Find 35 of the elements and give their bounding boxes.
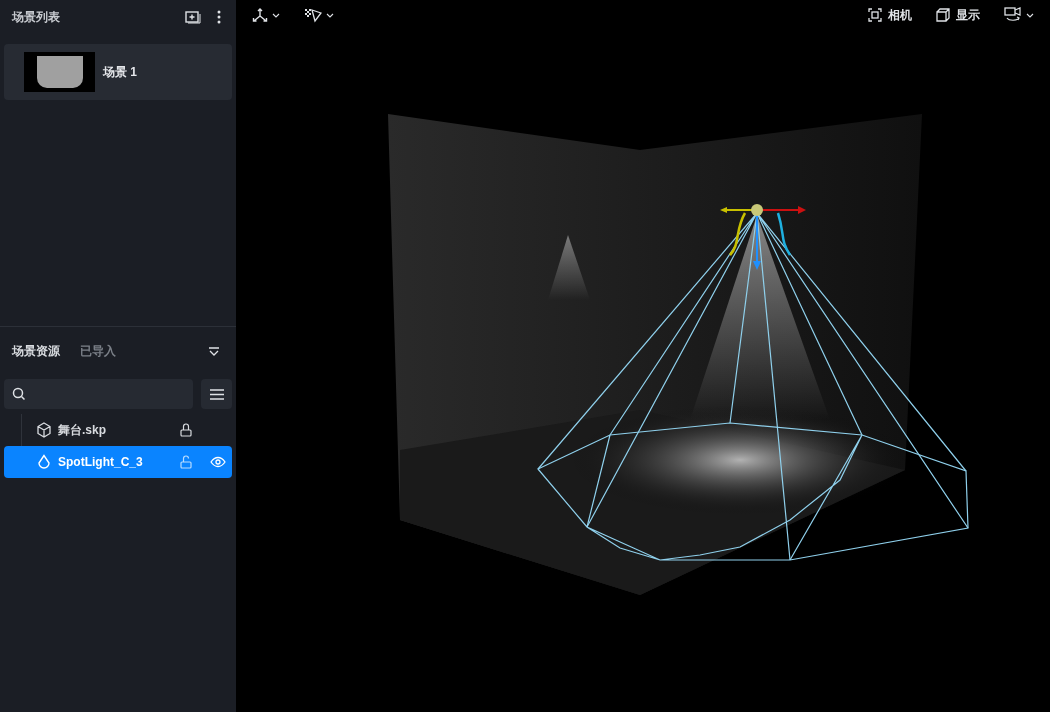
transform-menu-button[interactable] [252, 7, 280, 23]
video-camera-icon [1004, 7, 1022, 23]
more-menu-icon[interactable] [216, 9, 222, 25]
focus-frame-icon [868, 8, 882, 22]
lock-icon[interactable] [180, 423, 192, 437]
caret-icon [1026, 12, 1034, 18]
scene-name: 场景 1 [103, 64, 137, 81]
panel-tab[interactable]: 已导入 [80, 342, 116, 360]
tree-item[interactable]: SpotLight_C_3 [4, 446, 232, 478]
panel-tab[interactable]: 场景资源 [12, 342, 60, 360]
cube-icon [36, 422, 52, 438]
view-switch-button[interactable] [1004, 7, 1034, 23]
tree-item[interactable]: 舞台.skp [4, 414, 232, 446]
camera-button[interactable]: 相机 [868, 6, 912, 24]
caret-icon [326, 12, 334, 18]
render-menu-button[interactable] [304, 7, 334, 23]
scene-thumbnail [24, 52, 95, 92]
menu-icon [209, 388, 224, 400]
droplet-icon [36, 454, 52, 470]
search-icon [12, 387, 26, 401]
checker-brush-icon [304, 7, 322, 23]
cube-outline-icon [936, 8, 950, 22]
axes-icon [252, 7, 268, 23]
scene-item[interactable]: 场景 1 [4, 44, 232, 100]
item-name: SpotLight_C_3 [58, 454, 144, 471]
unlock-icon[interactable] [180, 455, 192, 469]
panel-title: 场景列表 [12, 9, 60, 26]
caret-icon [272, 12, 280, 18]
list-menu-button[interactable] [201, 379, 232, 409]
search-field[interactable] [4, 379, 193, 409]
add-scene-icon[interactable] [184, 8, 202, 26]
item-name: 舞台.skp [58, 422, 107, 439]
eye-icon[interactable] [210, 456, 226, 468]
collapse-icon[interactable] [208, 346, 220, 356]
display-button[interactable]: 显示 [936, 6, 980, 24]
